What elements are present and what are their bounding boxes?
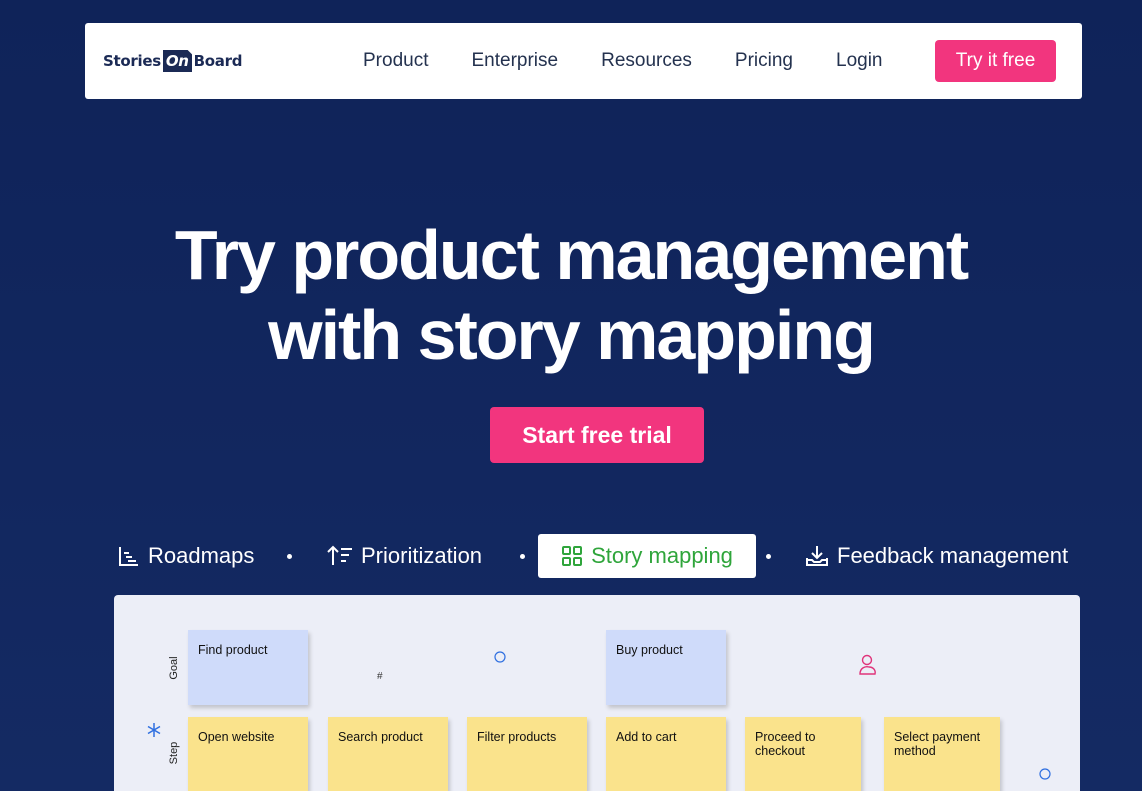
nav-link-pricing[interactable]: Pricing xyxy=(735,50,793,72)
story-map-board: Goal Step # Find product Buy product Ope… xyxy=(114,595,1080,791)
tab-separator-dot xyxy=(520,554,525,559)
tab-separator-dot xyxy=(287,554,292,559)
tab-prioritization-label: Prioritization xyxy=(361,543,483,568)
asterisk-icon xyxy=(147,723,161,737)
top-navbar: Stories On Board Product Enterprise Reso… xyxy=(85,23,1082,99)
try-it-free-button[interactable]: Try it free xyxy=(935,40,1056,82)
grid-icon xyxy=(562,546,583,566)
tab-story-mapping[interactable]: Story mapping xyxy=(538,534,756,578)
circle-icon xyxy=(494,651,506,663)
logo-text-on: On xyxy=(162,50,192,72)
nav-link-product[interactable]: Product xyxy=(363,50,428,72)
nav-link-enterprise[interactable]: Enterprise xyxy=(471,50,558,72)
step-card-select-payment-method[interactable]: Select payment method xyxy=(884,717,1000,791)
feature-tabs: Roadmaps Prioritization Story mapping Fe… xyxy=(0,534,1142,578)
tab-feedback-management[interactable]: Feedback management xyxy=(805,534,1068,578)
tab-feedback-management-label: Feedback management xyxy=(837,543,1069,568)
goal-card-buy-product[interactable]: Buy product xyxy=(606,630,726,705)
tab-separator-dot xyxy=(766,554,771,559)
row-label-goal: Goal xyxy=(168,656,180,680)
goal-card-find-product[interactable]: Find product xyxy=(188,630,308,705)
hero-title: Try product management with story mappin… xyxy=(0,215,1142,375)
circle-icon xyxy=(1039,768,1051,780)
tab-roadmaps-label: Roadmaps xyxy=(148,543,255,568)
tab-roadmaps[interactable]: Roadmaps xyxy=(118,534,254,578)
tab-prioritization[interactable]: Prioritization xyxy=(327,534,482,578)
roadmap-icon xyxy=(119,547,138,566)
nav-link-resources[interactable]: Resources xyxy=(601,50,692,72)
row-label-step: Step xyxy=(168,741,180,765)
nav-link-login[interactable]: Login xyxy=(836,50,883,72)
step-card-open-website[interactable]: Open website xyxy=(188,717,308,791)
hash-icon: # xyxy=(377,671,383,682)
nav-links: Product Enterprise Resources Pricing Log… xyxy=(363,23,926,99)
step-card-proceed-to-checkout[interactable]: Proceed to checkout xyxy=(745,717,861,791)
start-free-trial-button[interactable]: Start free trial xyxy=(490,407,704,463)
inbox-download-icon xyxy=(806,546,828,566)
step-card-search-product[interactable]: Search product xyxy=(328,717,448,791)
tab-story-mapping-label: Story mapping xyxy=(591,543,733,568)
hero-title-line-1: Try product management xyxy=(174,216,969,294)
logo-text-board: Board xyxy=(193,52,243,70)
step-card-filter-products[interactable]: Filter products xyxy=(467,717,587,791)
step-card-add-to-cart[interactable]: Add to cart xyxy=(606,717,726,791)
user-icon xyxy=(859,654,876,675)
storiesonboard-logo[interactable]: Stories On Board xyxy=(103,46,242,76)
logo-text-stories: Stories xyxy=(103,52,161,70)
sort-icon xyxy=(327,545,352,565)
hero-title-line-2: with story mapping xyxy=(268,296,876,374)
